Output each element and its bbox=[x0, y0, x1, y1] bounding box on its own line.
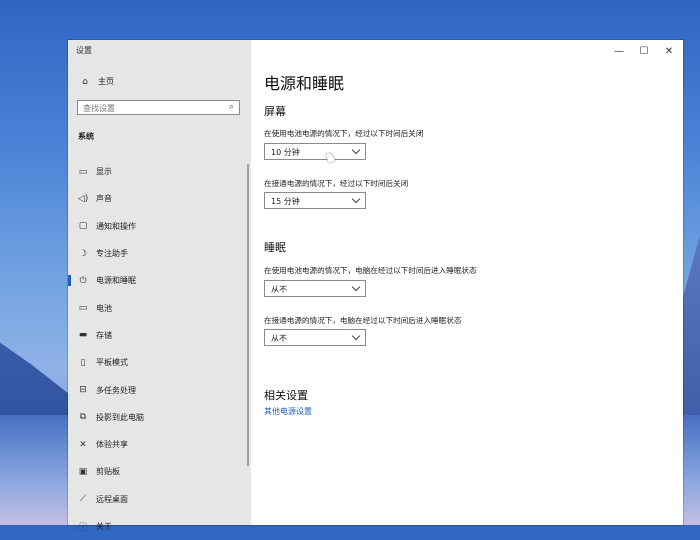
dropdown-value: 从不 bbox=[271, 334, 287, 343]
sidebar-item-battery[interactable]: ▭ 电池 bbox=[68, 294, 251, 321]
sidebar-section-title: 系统 bbox=[78, 132, 94, 141]
sidebar-item-label: 体验共享 bbox=[96, 440, 128, 450]
sidebar-item-tablet[interactable]: ▯ 平板模式 bbox=[68, 349, 251, 376]
sleep-plugged-label: 在接通电源的情况下，电脑在经过以下时间后进入睡眠状态 bbox=[264, 316, 462, 325]
sidebar-scrollbar[interactable] bbox=[247, 164, 249, 466]
dropdown-value: 从不 bbox=[271, 285, 287, 294]
sidebar-item-label: 电源和睡眠 bbox=[96, 276, 136, 286]
battery-icon: ▭ bbox=[78, 303, 88, 314]
clipboard-icon: ▣ bbox=[78, 466, 88, 477]
search-placeholder: 查找设置 bbox=[83, 104, 115, 113]
sidebar-item-label: 显示 bbox=[96, 167, 112, 177]
multitask-icon: ⊟ bbox=[79, 385, 87, 396]
chevron-down-icon bbox=[351, 331, 361, 341]
sleep-plugged-dropdown[interactable]: 从不 bbox=[264, 329, 366, 346]
sidebar-item-label: 剪贴板 bbox=[96, 467, 120, 477]
sidebar-item-about[interactable]: ⓘ 关于 bbox=[68, 513, 251, 540]
home-icon: ⌂ bbox=[82, 76, 88, 87]
power-icon: ⏻ bbox=[79, 275, 87, 286]
screen-plugged-dropdown[interactable]: 15 分钟 bbox=[264, 192, 366, 209]
chevron-down-icon bbox=[351, 145, 361, 155]
sidebar-item-shared-experience[interactable]: ✕ 体验共享 bbox=[68, 431, 251, 458]
sidebar-item-label: 声音 bbox=[96, 194, 112, 204]
page-title: 电源和睡眠 bbox=[264, 74, 345, 93]
sleep-heading: 睡眠 bbox=[264, 241, 286, 254]
sidebar-item-remote-desktop[interactable]: ⟋ 远程桌面 bbox=[68, 486, 251, 513]
info-icon: ⓘ bbox=[78, 523, 88, 533]
dropdown-value: 15 分钟 bbox=[271, 197, 300, 206]
sidebar-item-display[interactable]: ▭ 显示 bbox=[68, 158, 251, 185]
sleep-battery-label: 在使用电池电源的情况下，电脑在经过以下时间后进入睡眠状态 bbox=[264, 266, 477, 275]
sidebar-item-label: 平板模式 bbox=[96, 358, 128, 368]
sidebar-item-project[interactable]: ⧉ 投影到此电脑 bbox=[68, 404, 251, 431]
window-title: 设置 bbox=[76, 46, 92, 55]
sidebar-item-power-sleep[interactable]: ⏻ 电源和睡眠 bbox=[68, 267, 251, 294]
sidebar-item-label: 远程桌面 bbox=[96, 494, 128, 504]
sidebar-item-clipboard[interactable]: ▣ 剪贴板 bbox=[68, 458, 251, 485]
chevron-down-icon bbox=[351, 282, 361, 292]
tablet-icon: ▯ bbox=[80, 357, 86, 368]
close-button[interactable]: ✕ bbox=[657, 43, 681, 59]
title-bar: 设置 bbox=[68, 40, 251, 62]
screen-plugged-label: 在接通电源的情况下，经过以下时间后关闭 bbox=[264, 179, 409, 188]
sidebar: 设置 ⌂ 主页 查找设置 ⌕ 系统 ▭ 显示 ◁) 声音 ▢ 通知和操作 ☽ 专… bbox=[68, 40, 251, 533]
maximize-button[interactable]: ☐ bbox=[632, 43, 656, 59]
sidebar-item-label: 投影到此电脑 bbox=[96, 412, 144, 422]
project-icon: ⧉ bbox=[79, 412, 87, 423]
dropdown-value: 10 分钟 bbox=[271, 148, 300, 157]
sidebar-item-label: 多任务处理 bbox=[96, 385, 136, 395]
sidebar-item-label: 电池 bbox=[96, 303, 112, 313]
sidebar-home[interactable]: ⌂ 主页 bbox=[78, 76, 114, 87]
speaker-icon: ◁) bbox=[77, 193, 89, 204]
screen-heading: 屏幕 bbox=[264, 105, 286, 118]
sidebar-item-focus-assist[interactable]: ☽ 专注助手 bbox=[68, 240, 251, 267]
chevron-down-icon bbox=[351, 194, 361, 204]
sidebar-item-sound[interactable]: ◁) 声音 bbox=[68, 185, 251, 212]
home-label: 主页 bbox=[98, 77, 114, 86]
sidebar-item-label: 通知和操作 bbox=[96, 221, 136, 231]
sidebar-item-storage[interactable]: ▬ 存储 bbox=[68, 322, 251, 349]
screen-battery-label: 在使用电池电源的情况下，经过以下时间后关闭 bbox=[264, 129, 424, 138]
screen-battery-dropdown[interactable]: 10 分钟 bbox=[264, 143, 366, 160]
storage-icon: ▬ bbox=[78, 330, 88, 341]
sleep-battery-dropdown[interactable]: 从不 bbox=[264, 280, 366, 297]
sidebar-item-label: 关于 bbox=[96, 522, 112, 531]
sidebar-nav: ▭ 显示 ◁) 声音 ▢ 通知和操作 ☽ 专注助手 ⏻ 电源和睡眠 ▭ 电池 ▬… bbox=[68, 158, 251, 540]
sidebar-item-label: 专注助手 bbox=[96, 249, 128, 259]
minimize-button[interactable]: — bbox=[607, 43, 631, 59]
search-icon: ⌕ bbox=[228, 102, 234, 112]
sidebar-item-multitask[interactable]: ⊟ 多任务处理 bbox=[68, 376, 251, 403]
moon-icon: ☽ bbox=[78, 248, 88, 259]
search-input[interactable]: 查找设置 ⌕ bbox=[77, 100, 240, 115]
additional-power-settings-link[interactable]: 其他电源设置 bbox=[264, 406, 312, 417]
settings-window: 设置 ⌂ 主页 查找设置 ⌕ 系统 ▭ 显示 ◁) 声音 ▢ 通知和操作 ☽ 专… bbox=[68, 40, 683, 533]
notification-icon: ▢ bbox=[78, 221, 88, 232]
sidebar-item-label: 存储 bbox=[96, 330, 112, 340]
sidebar-item-notifications[interactable]: ▢ 通知和操作 bbox=[68, 213, 251, 240]
share-icon: ✕ bbox=[79, 439, 87, 450]
display-icon: ▭ bbox=[78, 166, 88, 177]
remote-desktop-icon: ⟋ bbox=[79, 494, 87, 505]
related-settings-heading: 相关设置 bbox=[264, 389, 308, 402]
